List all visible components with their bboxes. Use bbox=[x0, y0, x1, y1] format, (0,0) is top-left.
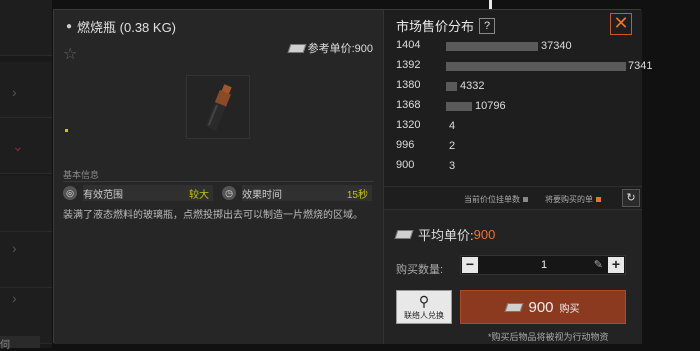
item-info-panel: ● 燃烧瓶 (0.38 KG) 参考单价:900 ☆ 基本信息 ◎ 有效范围 较… bbox=[54, 10, 383, 344]
reference-price-text: 参考单价:900 bbox=[307, 43, 373, 55]
legend-buy: 将要购买的单 bbox=[545, 194, 601, 205]
prop-range: ◎ 有效范围 较大 bbox=[63, 184, 213, 202]
prop-label: 效果时间 bbox=[242, 189, 282, 201]
price-tick-label: 1404 bbox=[396, 39, 421, 51]
item-title-text: 燃烧瓶 (0.38 KG) bbox=[77, 20, 177, 35]
list-item[interactable] bbox=[0, 176, 52, 232]
chart-value-label: 3 bbox=[449, 160, 456, 172]
market-title: 市场售价分布 ? bbox=[396, 16, 496, 35]
item-description: 装满了液态燃料的玻璃瓶，点燃投掷出去可以制造一片燃烧的区域。 bbox=[63, 210, 363, 221]
status-dot bbox=[65, 129, 68, 132]
help-icon[interactable]: ? bbox=[479, 17, 496, 34]
chart-bar bbox=[446, 102, 472, 111]
search-icon: ⚲ bbox=[418, 293, 430, 309]
reference-price: 参考单价:900 bbox=[287, 40, 373, 56]
price-distribution-chart: 1404 37340 1392 7341 1380 4332 1368 10796 1320 4 9… bbox=[384, 38, 652, 188]
edit-icon[interactable]: ✎ bbox=[594, 258, 603, 271]
purchase-panel: 平均单价: 900 购买数量: 1 − ✎ + ⚲ 联络人兑换 900 购买 *… bbox=[384, 209, 642, 344]
list-item[interactable]: › bbox=[0, 62, 52, 118]
corner-text: 伺 bbox=[0, 336, 40, 351]
buy-label: 购买 bbox=[559, 303, 580, 315]
money-icon bbox=[394, 230, 414, 239]
list-item[interactable]: › bbox=[0, 232, 52, 288]
price-tick-label: 1380 bbox=[396, 79, 421, 91]
item-title: ● 燃烧瓶 (0.38 KG) bbox=[66, 17, 176, 36]
price-tick-label: 1368 bbox=[396, 99, 421, 111]
chart-value-label: 4 bbox=[449, 120, 456, 132]
prop-label: 有效范围 bbox=[83, 189, 123, 201]
chart-value-label: 4332 bbox=[460, 80, 485, 92]
market-panel: 市场售价分布 ? ✕ 1404 37340 1392 7341 1380 4332 1368… bbox=[383, 10, 652, 344]
chevron-down-icon: ⌄ bbox=[12, 138, 24, 154]
price-tick-label: 1392 bbox=[396, 59, 421, 71]
quantity-stepper: 1 − ✎ + bbox=[460, 255, 626, 275]
money-icon bbox=[287, 43, 307, 53]
prop-value: 较大 bbox=[189, 189, 209, 201]
chevron-right-icon: › bbox=[12, 240, 17, 256]
chart-value-label: 37340 bbox=[541, 40, 572, 52]
average-price: 平均单价: 900 bbox=[394, 225, 496, 244]
favorite-star-icon[interactable]: ☆ bbox=[63, 44, 77, 64]
background-list: › ⌄ › › bbox=[0, 0, 52, 348]
molotov-icon bbox=[205, 84, 232, 131]
timer-icon: ◷ bbox=[222, 186, 236, 200]
list-item[interactable]: ⌄ bbox=[0, 118, 52, 174]
prop-duration: ◷ 效果时间 15秒 bbox=[222, 184, 372, 202]
chart-value-label: 10796 bbox=[475, 100, 506, 112]
chart-bar bbox=[446, 42, 538, 51]
prop-value: 15秒 bbox=[346, 189, 368, 201]
chart-bar bbox=[446, 62, 626, 71]
market-title-text: 市场售价分布 bbox=[396, 19, 475, 34]
section-label: 基本信息 bbox=[63, 170, 100, 180]
item-image bbox=[186, 75, 250, 139]
range-icon: ◎ bbox=[63, 186, 77, 200]
chevron-right-icon: › bbox=[12, 290, 17, 306]
avg-label: 平均单价: bbox=[418, 228, 474, 243]
close-button[interactable]: ✕ bbox=[610, 13, 632, 35]
chart-bar bbox=[446, 82, 457, 91]
price-tick-label: 900 bbox=[396, 159, 415, 171]
chart-value-label: 2 bbox=[449, 140, 456, 152]
buy-price: 900 bbox=[528, 298, 554, 316]
buy-button[interactable]: 900 购买 bbox=[460, 290, 626, 324]
quantity-label: 购买数量: bbox=[396, 264, 444, 276]
chart-value-label: 7341 bbox=[628, 60, 653, 72]
contact-exchange-button[interactable]: ⚲ 联络人兑换 bbox=[396, 290, 452, 324]
chevron-right-icon: › bbox=[12, 84, 17, 100]
divider bbox=[63, 181, 374, 182]
avg-value: 900 bbox=[473, 227, 496, 242]
contact-label: 联络人兑换 bbox=[404, 311, 444, 320]
market-dialog: ● 燃烧瓶 (0.38 KG) 参考单价:900 ☆ 基本信息 ◎ 有效范围 较… bbox=[53, 9, 652, 344]
list-item[interactable] bbox=[0, 0, 52, 56]
plus-button[interactable]: + bbox=[608, 257, 624, 273]
legend-listed: 当前价位挂单数 bbox=[464, 194, 528, 205]
price-tick-label: 996 bbox=[396, 139, 415, 151]
purchase-note: *购买后物品将被视为行动物资 bbox=[488, 332, 609, 342]
grenade-icon: ● bbox=[66, 21, 73, 32]
chart-legend: 当前价位挂单数 将要购买的单 ↻ bbox=[384, 186, 642, 207]
money-icon bbox=[505, 302, 524, 312]
minus-button[interactable]: − bbox=[462, 257, 478, 273]
refresh-button[interactable]: ↻ bbox=[622, 189, 640, 207]
price-tick-label: 1320 bbox=[396, 119, 421, 131]
